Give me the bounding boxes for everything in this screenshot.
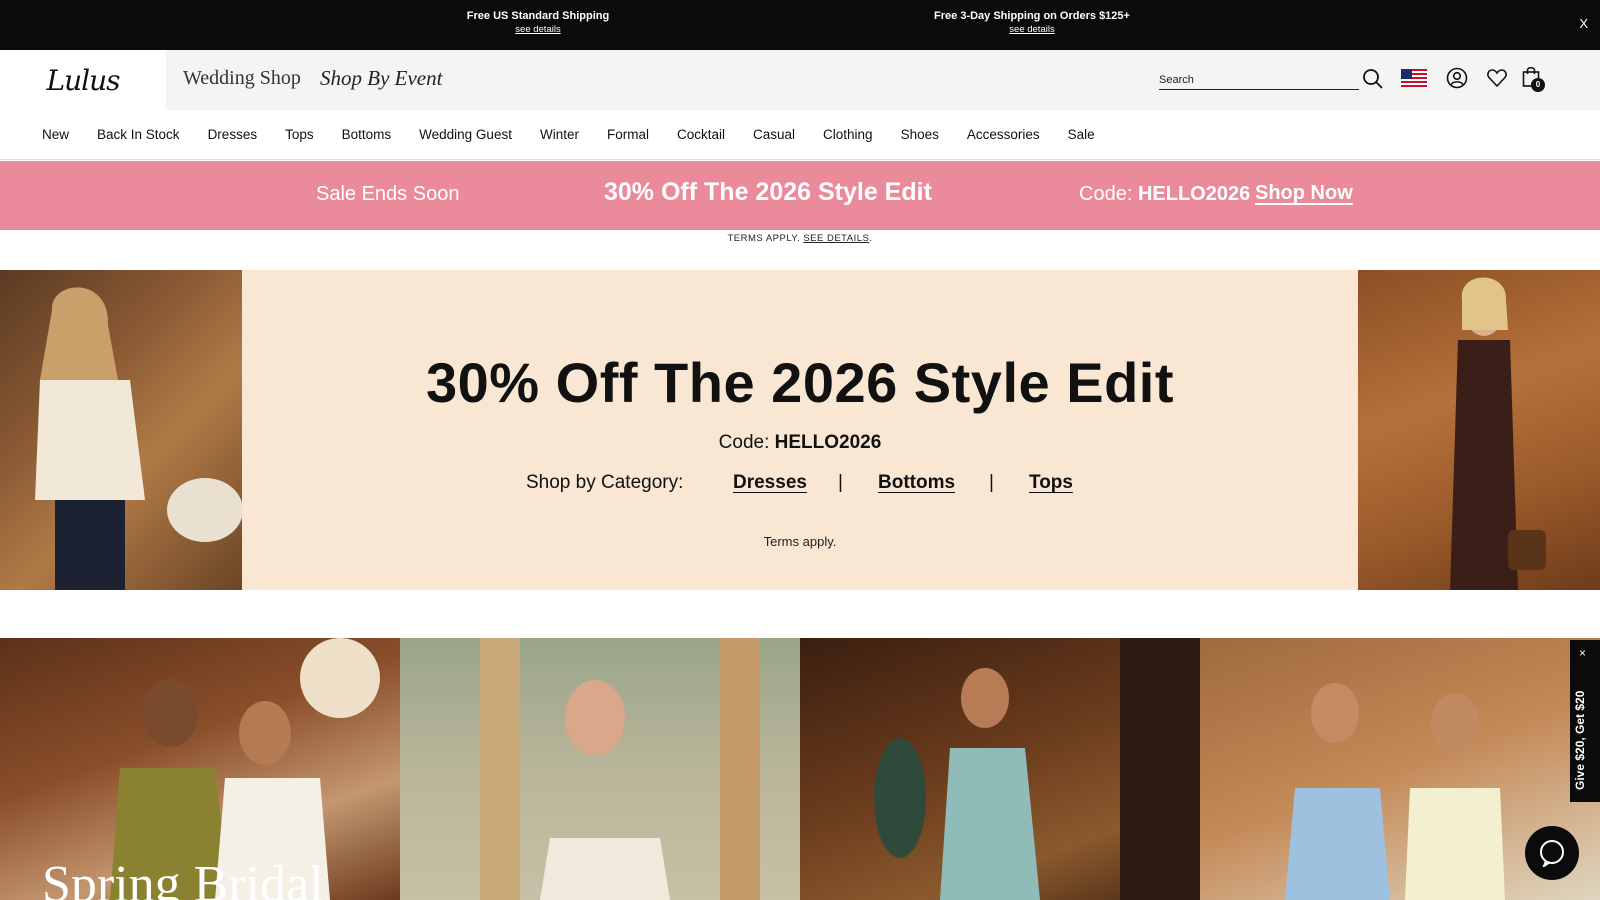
nav-item-new[interactable]: New — [42, 127, 69, 142]
hero-model-image-right[interactable] — [1358, 270, 1600, 590]
terms-line: TERMS APPLY. SEE DETAILS. — [0, 233, 1600, 244]
promo-title: Free 3-Day Shipping on Orders $125+ — [934, 10, 1130, 22]
sale-banner[interactable]: Sale Ends Soon 30% Off The 2026 Style Ed… — [0, 161, 1600, 230]
nav-item-winter[interactable]: Winter — [540, 127, 579, 142]
nav-item-wedding-guest[interactable]: Wedding Guest — [419, 127, 512, 142]
promo-standard-shipping: Free US Standard Shipping see details — [408, 9, 668, 37]
hero-banner: 30% Off The 2026 Style Edit Code: HELLO2… — [0, 270, 1600, 590]
promo-see-details-link[interactable]: see details — [902, 23, 1162, 37]
nav-item-casual[interactable]: Casual — [753, 127, 795, 142]
promo-3day-shipping: Free 3-Day Shipping on Orders $125+ see … — [902, 9, 1162, 37]
category-link-dresses[interactable]: Dresses — [733, 472, 807, 494]
model-lace-dress-photo — [874, 638, 1200, 900]
shop-by-event-link[interactable]: Shop By Event — [320, 66, 442, 91]
hero-code-label: Code: — [718, 432, 770, 453]
nav-item-bottoms[interactable]: Bottoms — [342, 127, 392, 142]
referral-tab-text: Give $20, Get $20 — [1573, 690, 1587, 790]
terms-prefix: TERMS APPLY. — [727, 233, 801, 244]
nav-item-shoes[interactable]: Shoes — [901, 127, 939, 142]
sale-code: Code: HELLO2026 — [1079, 183, 1250, 206]
promo-see-details-link[interactable]: see details — [408, 23, 668, 37]
code-value: HELLO2026 — [1137, 183, 1251, 205]
wedding-shop-link[interactable]: Wedding Shop — [183, 67, 301, 90]
us-flag-icon[interactable] — [1401, 69, 1427, 87]
feature-tile-bridal[interactable]: Spring Bridal — [0, 638, 400, 900]
feature-tile-3[interactable] — [800, 638, 1200, 900]
hero-code-value: HELLO2026 — [774, 432, 882, 453]
chat-bubble-icon — [1540, 840, 1564, 867]
heart-icon[interactable] — [1486, 67, 1508, 89]
referral-side-tab[interactable]: × Give $20, Get $20 — [1570, 640, 1600, 802]
site-header: Lulus Wedding Shop Shop By Event 0 — [0, 50, 1600, 110]
lulus-logo: Lulus — [46, 63, 121, 97]
search-icon[interactable] — [1362, 68, 1384, 90]
shop-by-category-label: Shop by Category: — [526, 472, 684, 493]
nav-item-back-in-stock[interactable]: Back In Stock — [97, 127, 180, 142]
see-details-link[interactable]: SEE DETAILS — [803, 233, 869, 244]
nav-item-cocktail[interactable]: Cocktail — [677, 127, 725, 142]
nav-list: New Back In Stock Dresses Tops Bottoms Weddin… — [42, 127, 1123, 142]
nav-item-clothing[interactable]: Clothing — [823, 127, 873, 142]
search-box — [1159, 70, 1359, 90]
terms-suffix: . — [869, 233, 873, 244]
cart-count-badge: 0 — [1531, 78, 1545, 92]
close-promo-bar-button[interactable]: X — [1579, 16, 1588, 31]
nav-item-sale[interactable]: Sale — [1068, 127, 1095, 142]
category-separator: | — [989, 472, 994, 493]
sale-headline: 30% Off The 2026 Style Edit — [604, 178, 932, 206]
nav-item-dresses[interactable]: Dresses — [208, 127, 258, 142]
tile-title: Spring Bridal — [42, 856, 324, 900]
category-link-tops[interactable]: Tops — [1029, 472, 1073, 494]
model-strapless-photo — [480, 638, 760, 900]
feature-tile-2[interactable] — [400, 638, 800, 900]
category-link-bottoms[interactable]: Bottoms — [878, 472, 955, 494]
nav-item-formal[interactable]: Formal — [607, 127, 649, 142]
search-input[interactable] — [1159, 71, 1329, 89]
logo-link[interactable]: Lulus — [0, 50, 166, 110]
feature-tiles: Spring Bridal — [0, 638, 1600, 900]
category-separator: | — [838, 472, 843, 493]
shipping-promo-bar: Free US Standard Shipping see details Fr… — [0, 0, 1600, 50]
chat-button[interactable] — [1525, 826, 1579, 880]
account-icon[interactable] — [1446, 67, 1468, 89]
nav-item-accessories[interactable]: Accessories — [967, 127, 1040, 142]
model-knit-dress-photo — [1450, 277, 1546, 590]
shop-now-link[interactable]: Shop Now — [1255, 182, 1353, 205]
promo-title: Free US Standard Shipping — [466, 10, 610, 22]
code-label: Code: — [1079, 183, 1133, 205]
nav-item-tops[interactable]: Tops — [285, 127, 314, 142]
sale-ends-text: Sale Ends Soon — [316, 183, 460, 205]
main-navigation: New Back In Stock Dresses Tops Bottoms Weddin… — [0, 110, 1600, 160]
